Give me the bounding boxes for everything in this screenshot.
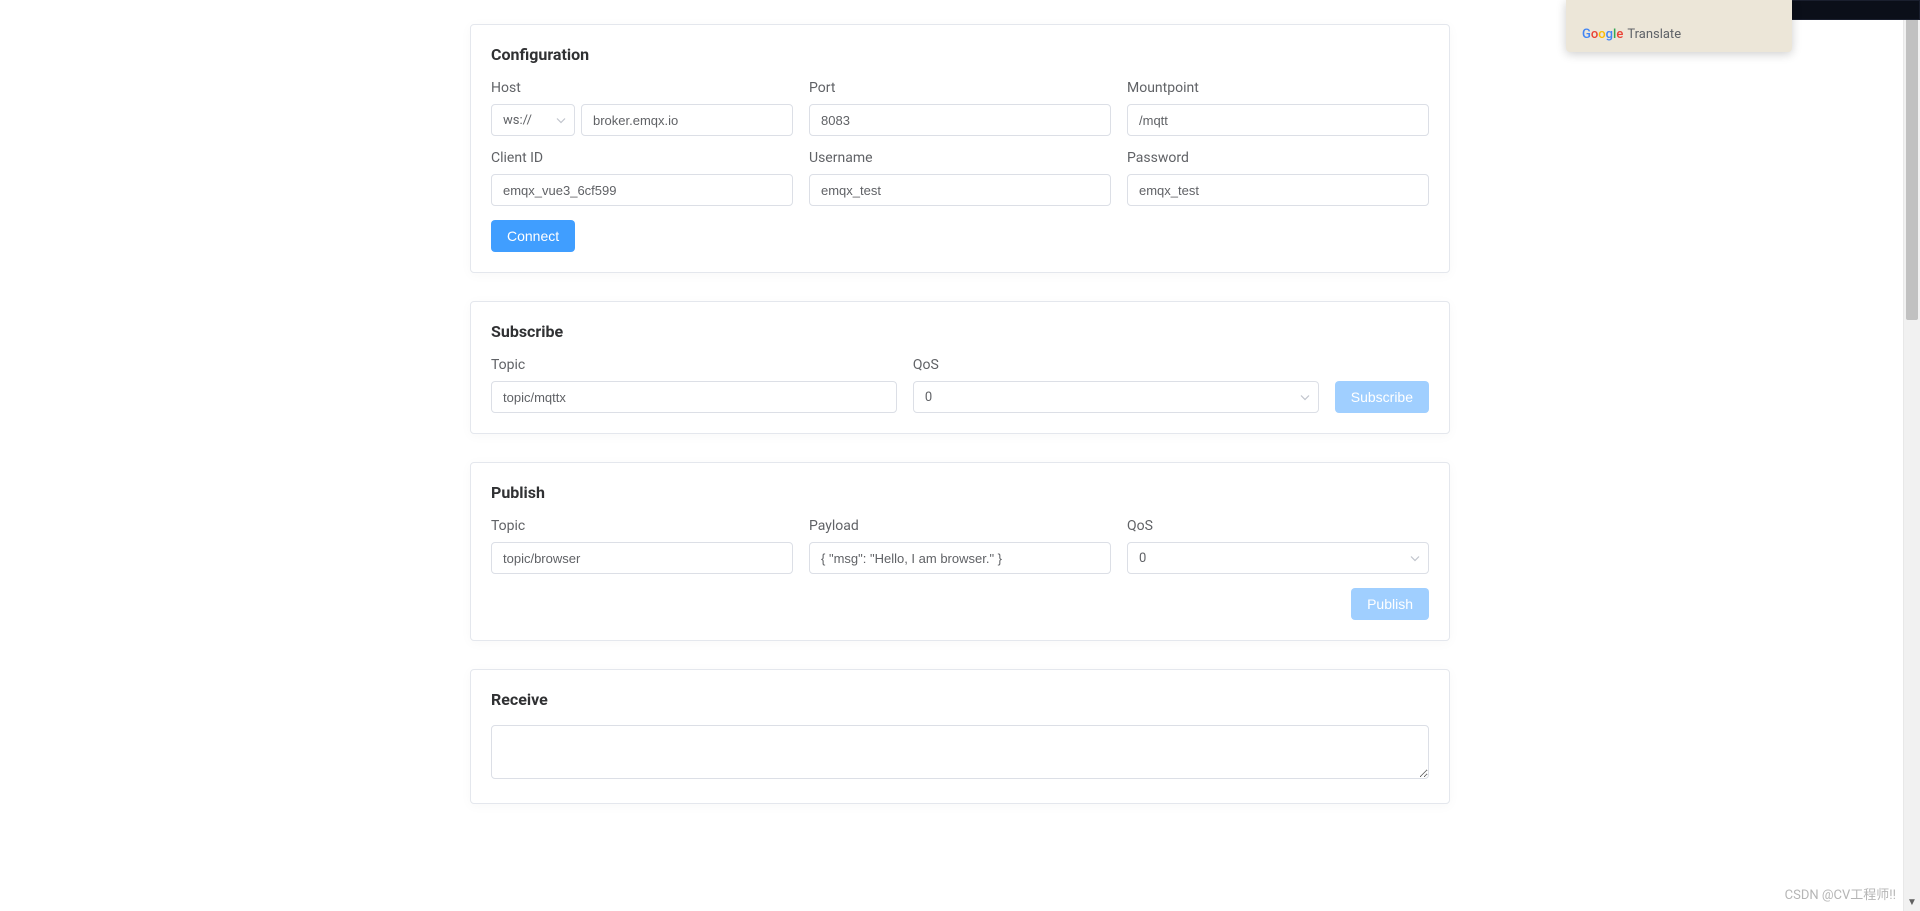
publish-payload-input[interactable]	[809, 542, 1111, 574]
overlay-video-thumbnail	[1778, 0, 1920, 20]
mountpoint-label: Mountpoint	[1127, 80, 1429, 96]
publish-qos-select[interactable]: 0	[1127, 542, 1429, 574]
publish-qos-value: 0	[1139, 551, 1146, 566]
subscribe-button[interactable]: Subscribe	[1335, 381, 1429, 413]
chevron-down-icon	[556, 113, 566, 128]
clientid-label: Client ID	[491, 150, 793, 166]
password-label: Password	[1127, 150, 1429, 166]
port-label: Port	[809, 80, 1111, 96]
subscribe-topic-label: Topic	[491, 357, 897, 373]
subscribe-title: Subscribe	[491, 322, 1429, 341]
subscribe-topic-input[interactable]	[491, 381, 897, 413]
publish-title: Publish	[491, 483, 1429, 502]
publish-topic-label: Topic	[491, 518, 793, 534]
translate-label: Translate	[1627, 27, 1681, 42]
configuration-title: Configuration	[491, 45, 1429, 64]
publish-card: Publish Topic Payload QoS 0	[470, 462, 1450, 641]
receive-card: Receive	[470, 669, 1450, 804]
host-label: Host	[491, 80, 793, 96]
subscribe-qos-select[interactable]: 0	[913, 381, 1319, 413]
scrollbar-thumb[interactable]	[1906, 0, 1918, 320]
protocol-select-value: ws://	[503, 113, 532, 128]
google-logo-text: Google	[1582, 27, 1623, 42]
host-input[interactable]	[581, 104, 793, 136]
username-input[interactable]	[809, 174, 1111, 206]
publish-qos-label: QoS	[1127, 518, 1429, 534]
subscribe-card: Subscribe Topic QoS 0 Su	[470, 301, 1450, 434]
connect-button[interactable]: Connect	[491, 220, 575, 252]
chevron-down-icon	[1300, 390, 1310, 405]
vertical-scrollbar[interactable]: ▲ ▼	[1903, 0, 1920, 911]
configuration-card: Configuration Host ws:// Port	[470, 24, 1450, 273]
chevron-down-icon	[1410, 551, 1420, 566]
csdn-watermark: CSDN @CV工程师!!	[1785, 884, 1896, 903]
publish-button[interactable]: Publish	[1351, 588, 1429, 620]
username-label: Username	[809, 150, 1111, 166]
clientid-input[interactable]	[491, 174, 793, 206]
protocol-select[interactable]: ws://	[491, 104, 575, 136]
receive-textarea[interactable]	[491, 725, 1429, 779]
password-input[interactable]	[1127, 174, 1429, 206]
subscribe-qos-value: 0	[925, 390, 932, 405]
google-translate-popup[interactable]: Google Translate	[1566, 0, 1792, 52]
publish-topic-input[interactable]	[491, 542, 793, 574]
publish-payload-label: Payload	[809, 518, 1111, 534]
receive-title: Receive	[491, 690, 1429, 709]
scrollbar-down-arrow-icon[interactable]: ▼	[1904, 894, 1920, 911]
port-input[interactable]	[809, 104, 1111, 136]
mountpoint-input[interactable]	[1127, 104, 1429, 136]
subscribe-qos-label: QoS	[913, 357, 1319, 373]
